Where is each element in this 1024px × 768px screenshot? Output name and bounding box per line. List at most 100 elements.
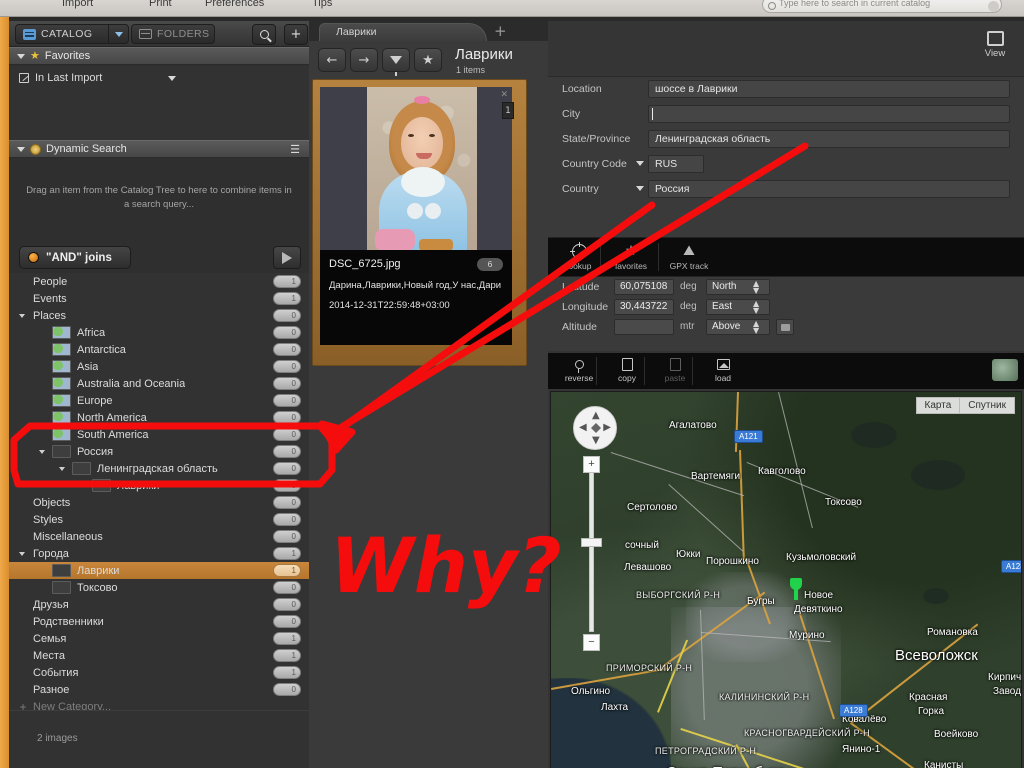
tree-row[interactable]: Places 0 bbox=[9, 307, 309, 324]
map-view[interactable]: Агалатово Кавголово Вартемяги Токсово Сертол… bbox=[550, 391, 1022, 768]
tree-row[interactable]: Objects 0 bbox=[9, 494, 309, 511]
coordinate-input[interactable]: 60,075108 bbox=[614, 279, 674, 295]
tree-row[interactable]: North America 0 bbox=[9, 409, 309, 426]
field-input[interactable]: Россия bbox=[648, 180, 1010, 198]
tree-row[interactable]: Styles 0 bbox=[9, 511, 309, 528]
tree-row[interactable]: Семья 1 bbox=[9, 630, 309, 647]
tab-lavriki[interactable]: Лаврики bbox=[319, 23, 487, 41]
map-place-label: Ольгино bbox=[571, 686, 611, 697]
tree-row[interactable]: Токсово 0 bbox=[9, 579, 309, 596]
tree-row[interactable]: Events 1 bbox=[9, 290, 309, 307]
chevron-down-icon[interactable] bbox=[57, 466, 67, 471]
favorite-button[interactable]: ★ bbox=[414, 48, 442, 72]
coordinate-direction-select[interactable]: Above bbox=[706, 319, 770, 335]
tree-row[interactable]: People 1 bbox=[9, 273, 309, 290]
tree-row[interactable]: Antarctica 0 bbox=[9, 341, 309, 358]
toggle-orb-icon bbox=[28, 252, 39, 263]
menu-item-import[interactable]: Import bbox=[62, 0, 93, 9]
tree-row[interactable]: Города 1 bbox=[9, 545, 309, 562]
close-icon[interactable]: ✕ bbox=[500, 90, 508, 100]
coordinate-input[interactable]: 30,443722 bbox=[614, 299, 674, 315]
tree-row[interactable]: Europe 0 bbox=[9, 392, 309, 409]
view-button[interactable]: View bbox=[972, 31, 1018, 59]
dynamic-search-header[interactable]: Dynamic Search ☰ bbox=[9, 140, 309, 158]
tree-row[interactable]: Australia and Oceania 0 bbox=[9, 375, 309, 392]
photo-thumbnail[interactable] bbox=[367, 87, 477, 250]
zoom-in-button[interactable]: + bbox=[583, 456, 600, 473]
map-mode-switch[interactable]: Карта Спутник bbox=[915, 397, 1015, 414]
tree-row[interactable]: Miscellaneous 0 bbox=[9, 528, 309, 545]
map-mode-sputnik[interactable]: Спутник bbox=[959, 397, 1015, 414]
pan-right-icon[interactable]: ▶ bbox=[603, 422, 611, 433]
tree-row[interactable]: События 1 bbox=[9, 664, 309, 681]
tree-row[interactable]: Родственники 0 bbox=[9, 613, 309, 630]
stepper-icon[interactable]: ▲ ▼ bbox=[753, 320, 759, 335]
geo-button-lookup[interactable]: lookup bbox=[556, 241, 602, 271]
coordinate-input[interactable] bbox=[614, 319, 674, 335]
stepper-icon[interactable]: ▲ ▼ bbox=[753, 300, 759, 315]
globe-icon[interactable] bbox=[992, 359, 1018, 381]
altitude-reference-button[interactable] bbox=[776, 319, 794, 335]
field-input[interactable]: RUS bbox=[648, 155, 704, 173]
tree-row[interactable]: Места 1 bbox=[9, 647, 309, 664]
favorites-header[interactable]: ★ Favorites bbox=[9, 47, 309, 65]
map-marker-icon[interactable] bbox=[790, 578, 802, 600]
thumbnail-frame[interactable]: ✕ 1 DSC_6725.jpg 6 Дарина,Лаврики,Новый … bbox=[312, 79, 527, 366]
hamburger-icon[interactable]: ☰ bbox=[290, 143, 301, 156]
run-search-button[interactable] bbox=[273, 246, 301, 269]
chevron-down-icon[interactable] bbox=[636, 161, 644, 166]
field-input[interactable] bbox=[648, 105, 1010, 123]
pan-left-icon[interactable]: ◀ bbox=[579, 422, 587, 433]
tree-row[interactable]: Россия 0 bbox=[9, 443, 309, 460]
catalog-tree[interactable]: People 1 Events 1 Places 0 Africa 0 Antarctica 0 A… bbox=[9, 273, 309, 710]
chevron-down-icon[interactable] bbox=[37, 449, 47, 454]
tree-row[interactable]: Лаврики 1 bbox=[9, 562, 309, 579]
zoom-slider-track[interactable] bbox=[589, 470, 594, 632]
pan-center-icon[interactable] bbox=[591, 423, 601, 433]
geo-button-favorites[interactable]: ★ favorites bbox=[608, 242, 654, 271]
field-input[interactable]: шоссе в Лаврики bbox=[648, 80, 1010, 98]
map-mode-karta[interactable]: Карта bbox=[915, 397, 960, 414]
stepper-icon[interactable]: ▲ ▼ bbox=[753, 280, 759, 295]
menu-item-print[interactable]: Print bbox=[149, 0, 172, 9]
favorite-item-in-last-import[interactable]: In Last Import bbox=[9, 69, 309, 87]
coordinate-direction-select[interactable]: North bbox=[706, 279, 770, 295]
geo-button-gpx-track[interactable]: ⛰ GPX track bbox=[666, 242, 712, 271]
chevron-down-icon[interactable] bbox=[17, 551, 27, 556]
catalog-dropdown-button[interactable] bbox=[109, 24, 129, 44]
chevron-down-icon[interactable] bbox=[17, 313, 27, 318]
add-button[interactable]: + bbox=[284, 24, 308, 45]
tree-row[interactable]: Лаврики 0 bbox=[9, 477, 309, 494]
pan-up-icon[interactable]: ▲ bbox=[592, 410, 600, 421]
action-button-load[interactable]: load bbox=[700, 356, 746, 383]
tree-row[interactable]: Ленинградская область 0 bbox=[9, 460, 309, 477]
new-category-button[interactable]: + New Category... bbox=[9, 698, 309, 711]
menu-item-preferences[interactable]: Preferences bbox=[205, 0, 264, 9]
tree-row[interactable]: South America 0 bbox=[9, 426, 309, 443]
menu-item-tips[interactable]: Tips bbox=[312, 0, 332, 9]
field-input[interactable]: Ленинградская область bbox=[648, 130, 1010, 148]
tree-row[interactable]: Друзья 0 bbox=[9, 596, 309, 613]
search-clear-icon[interactable] bbox=[988, 1, 999, 12]
back-button[interactable]: ← bbox=[318, 48, 346, 72]
folders-tab-button[interactable]: FOLDERS bbox=[131, 24, 215, 44]
chevron-down-icon[interactable] bbox=[636, 186, 644, 191]
coordinate-direction-select[interactable]: East bbox=[706, 299, 770, 315]
thumbnail-card[interactable]: ✕ 1 DSC_6725.jpg 6 Дарина,Лаврики,Новый … bbox=[320, 87, 514, 345]
tree-row[interactable]: Africa 0 bbox=[9, 324, 309, 341]
zoom-out-button[interactable]: − bbox=[583, 634, 600, 651]
dynamic-search-dropzone[interactable]: Drag an item from the Catalog Tree to he… bbox=[9, 158, 309, 242]
pan-control-icon[interactable]: ▲ ▼ ◀ ▶ bbox=[573, 406, 617, 450]
search-button[interactable] bbox=[252, 24, 276, 45]
tree-row[interactable]: Разное 0 bbox=[9, 681, 309, 698]
zoom-slider-handle[interactable] bbox=[581, 538, 602, 547]
pan-down-icon[interactable]: ▼ bbox=[592, 435, 600, 446]
catalog-tab-button[interactable]: CATALOG bbox=[15, 24, 109, 44]
filter-button[interactable] bbox=[382, 48, 410, 76]
forward-button[interactable]: → bbox=[350, 48, 378, 72]
tree-row[interactable]: Asia 0 bbox=[9, 358, 309, 375]
and-joins-button[interactable]: "AND" joins bbox=[19, 246, 131, 269]
add-tab-button[interactable]: + bbox=[494, 22, 507, 40]
global-search-input[interactable]: Type here to search in current catalog bbox=[762, 0, 1002, 13]
chevron-down-icon[interactable] bbox=[168, 75, 177, 81]
